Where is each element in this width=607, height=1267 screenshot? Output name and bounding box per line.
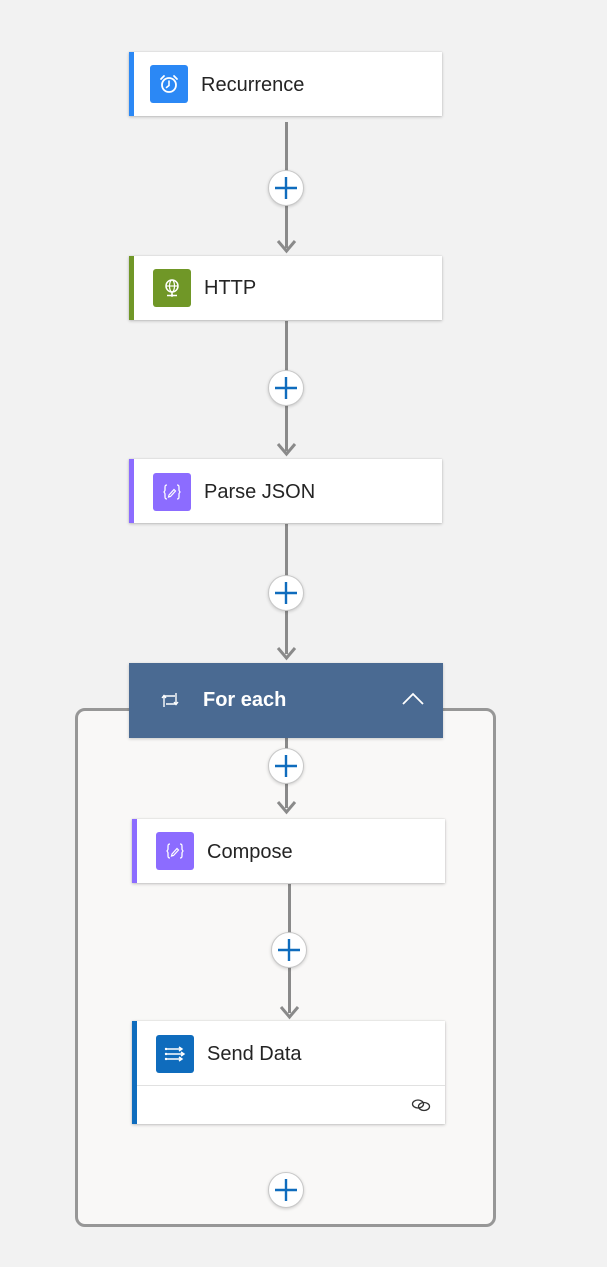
plus-icon — [275, 755, 297, 777]
arrow-down-icon — [276, 240, 297, 254]
plus-icon — [275, 582, 297, 604]
arrow-down-icon — [279, 1006, 300, 1020]
card-accent — [129, 52, 134, 116]
step-icon-box — [150, 65, 188, 103]
arrow-down-icon — [276, 443, 297, 457]
step-card-parse-json[interactable]: Parse JSON — [129, 459, 442, 523]
step-card-recurrence[interactable]: Recurrence — [129, 52, 442, 116]
step-title: Recurrence — [201, 74, 305, 96]
curly-braces-pencil-icon — [163, 484, 181, 500]
flow-canvas: Recurrence HTTP Parse JSON For each Comp… — [0, 0, 607, 1267]
for-each-title: For each — [203, 689, 287, 711]
step-icon-box — [156, 832, 194, 870]
arrow-down-icon — [276, 801, 297, 815]
double-arrows-icon — [164, 1046, 186, 1062]
add-step-button[interactable] — [268, 370, 304, 406]
link-icon[interactable] — [410, 1097, 432, 1113]
loop-arrows-icon — [161, 693, 179, 707]
add-step-button[interactable] — [268, 575, 304, 611]
card-divider — [137, 1085, 445, 1086]
step-icon-box — [153, 473, 191, 511]
step-icon-box — [156, 1035, 194, 1073]
alarm-clock-icon — [160, 75, 178, 93]
card-accent — [132, 1021, 137, 1124]
globe-icon — [165, 279, 179, 297]
step-title: Parse JSON — [204, 481, 316, 503]
plus-icon — [275, 377, 297, 399]
add-step-button[interactable] — [268, 748, 304, 784]
plus-icon — [275, 1179, 297, 1201]
curly-braces-pencil-icon — [166, 843, 184, 859]
step-title: Send Data — [207, 1043, 302, 1065]
add-step-button[interactable] — [268, 1172, 304, 1208]
arrow-down-icon — [276, 647, 297, 661]
step-card-send-data[interactable]: Send Data — [132, 1021, 445, 1124]
card-accent — [129, 459, 134, 523]
chevron-up-icon[interactable] — [401, 690, 425, 706]
card-accent — [129, 256, 134, 320]
card-accent — [132, 819, 137, 883]
step-icon-box — [153, 269, 191, 307]
step-card-http[interactable]: HTTP — [129, 256, 442, 320]
step-title: HTTP — [204, 277, 257, 299]
for-each-header[interactable]: For each — [129, 663, 443, 738]
plus-icon — [275, 177, 297, 199]
plus-icon — [278, 939, 300, 961]
step-title: Compose — [207, 841, 293, 863]
step-card-compose[interactable]: Compose — [132, 819, 445, 883]
add-step-button[interactable] — [271, 932, 307, 968]
add-step-button[interactable] — [268, 170, 304, 206]
